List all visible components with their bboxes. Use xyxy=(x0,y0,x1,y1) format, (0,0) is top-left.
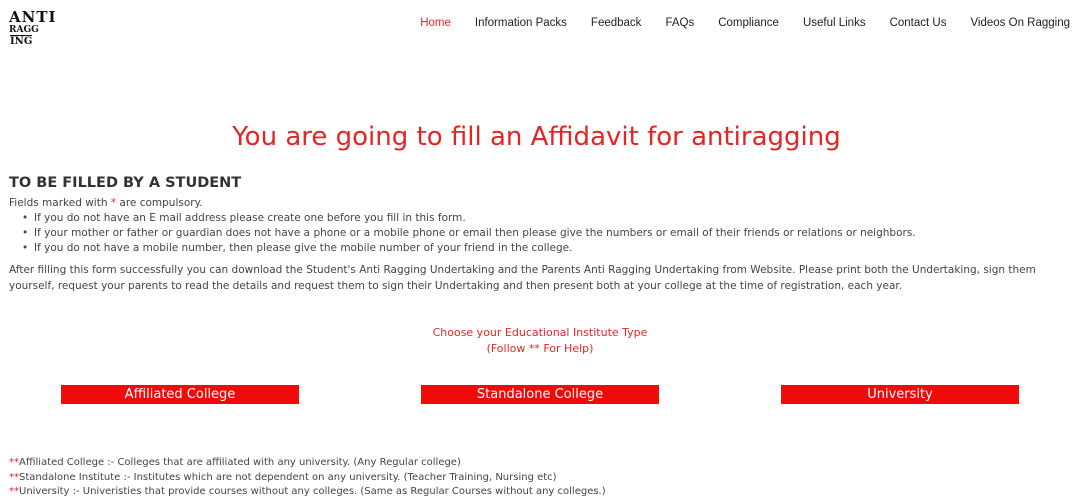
instruction-item: If you do not have a mobile number, then… xyxy=(20,241,916,256)
nav-feedback[interactable]: Feedback xyxy=(579,17,654,29)
fields-note-after: are compulsory. xyxy=(116,197,203,209)
help-item: **University :- Univeristies that provid… xyxy=(9,485,606,500)
fields-note-before: Fields marked with xyxy=(9,197,111,209)
main-nav: Home Information Packs Feedback FAQs Com… xyxy=(408,17,1070,29)
institute-type-prompt: Choose your Educational Institute Type (… xyxy=(0,325,1073,356)
nav-contact-us[interactable]: Contact Us xyxy=(878,17,959,29)
nav-compliance[interactable]: Compliance xyxy=(706,17,791,29)
instruction-item: If you do not have an E mail address ple… xyxy=(20,211,916,226)
help-stars: ** xyxy=(9,486,19,497)
nav-home[interactable]: Home xyxy=(408,17,463,29)
site-header: ANTI RAGGING Home Information Packs Feed… xyxy=(0,0,1073,50)
help-text: University :- Univeristies that provide … xyxy=(19,486,606,497)
instructions-list: If you do not have an E mail address ple… xyxy=(20,211,916,256)
logo-bottom-left: RAGG xyxy=(9,25,39,35)
help-stars: ** xyxy=(9,471,19,483)
logo-top-text: ANTI xyxy=(9,8,57,26)
page-title: You are going to fill an Affidavit for a… xyxy=(232,122,841,152)
institute-type-help-list: **Affiliated College :- Colleges that ar… xyxy=(9,456,606,500)
instruction-item: If your mother or father or guardian doe… xyxy=(20,226,916,241)
compulsory-fields-note: Fields marked with * are compulsory. xyxy=(9,197,203,209)
logo-bottom-right: ING xyxy=(10,35,33,47)
help-stars: ** xyxy=(9,457,19,468)
help-text: Standalone Institute :- Institutes which… xyxy=(19,471,557,483)
help-item: **Standalone Institute :- Institutes whi… xyxy=(9,471,606,486)
follow-help-text: (Follow ** For Help) xyxy=(486,341,594,355)
university-button[interactable]: University xyxy=(781,385,1019,404)
nav-useful-links[interactable]: Useful Links xyxy=(791,17,878,29)
help-item: **Affiliated College :- Colleges that ar… xyxy=(9,456,606,471)
section-subtitle: TO BE FILLED BY A STUDENT xyxy=(9,175,242,191)
nav-information-packs[interactable]: Information Packs xyxy=(463,17,579,29)
standalone-college-button[interactable]: Standalone College xyxy=(421,385,659,404)
anti-ragging-logo[interactable]: ANTI RAGGING xyxy=(9,10,56,47)
logo-bottom-text: RAGGING xyxy=(9,25,43,47)
choose-institute-text: Choose your Educational Institute Type xyxy=(432,326,648,339)
affiliated-college-button[interactable]: Affiliated College xyxy=(61,385,299,404)
undertaking-info-paragraph: After filling this form successfully you… xyxy=(9,264,1036,292)
nav-videos-on-ragging[interactable]: Videos On Ragging xyxy=(958,17,1070,29)
help-text: Affiliated College :- Colleges that are … xyxy=(19,457,461,468)
nav-faqs[interactable]: FAQs xyxy=(653,17,706,29)
